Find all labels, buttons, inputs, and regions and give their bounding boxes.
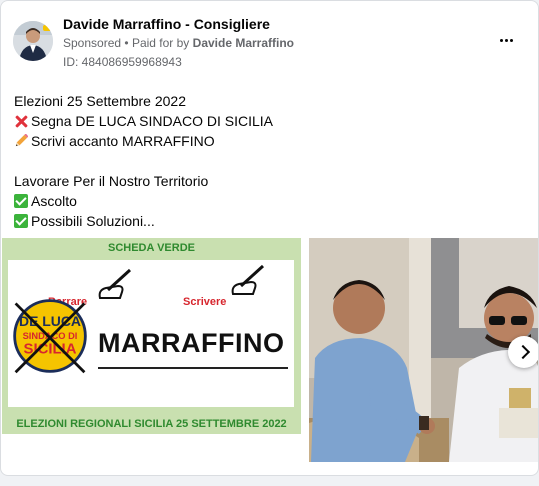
author-avatar[interactable]: [13, 21, 53, 61]
write-line: [98, 367, 288, 369]
candidate-photo[interactable]: [309, 238, 538, 462]
post-line: Lavorare Per il Nostro Territorio: [14, 173, 209, 189]
sponsored-label[interactable]: Sponsored: [63, 36, 121, 50]
more-options-button[interactable]: [495, 31, 519, 51]
post-line: Elezioni 25 Settembre 2022: [14, 93, 186, 109]
check-mark-icon: [14, 194, 28, 208]
sponsored-post-card: Davide Marraffino - Consigliere Sponsore…: [0, 0, 539, 476]
sponsored-line: Sponsored • Paid for by Davide Marraffin…: [63, 36, 294, 50]
carousel-next-button[interactable]: [508, 336, 538, 368]
paid-for-by-name[interactable]: Davide Marraffino: [193, 36, 294, 50]
post-line: Ascolto: [14, 191, 273, 211]
post-line-blank: [14, 151, 273, 171]
pencil-icon: [14, 133, 29, 147]
author-name[interactable]: Davide Marraffino - Consigliere: [63, 16, 270, 32]
ad-id: ID: 484086959968943: [63, 55, 182, 69]
de-luca-logo: DE LUCA SINDACO DI SICILIA: [13, 299, 87, 374]
scrivere-label: Scrivere: [183, 296, 227, 308]
candidate-name: MARRAFFINO: [98, 328, 285, 358]
post-line: Scrivi accanto MARRAFFINO: [14, 131, 273, 151]
paid-for-prefix: Paid for by: [131, 36, 190, 50]
dot-separator: •: [124, 36, 132, 50]
more-horizontal-icon: [500, 39, 503, 42]
check-mark-icon: [14, 214, 28, 228]
hand-pencil-icon: [98, 268, 132, 299]
hand-pencil-icon: [231, 264, 265, 295]
cross-mark-icon: [14, 114, 28, 128]
ballot-footer: ELEZIONI REGIONALI SICILIA 25 SETTEMBRE …: [16, 418, 287, 430]
ballot-header: SCHEDA VERDE: [108, 242, 195, 254]
post-line: Possibili Soluzioni...: [14, 211, 273, 231]
ballot-panel: Barrare Scrivere DE LUCA SINDACO DI SICI…: [8, 260, 294, 407]
post-line: Segna DE LUCA SINDACO DI SICILIA: [14, 111, 273, 131]
post-text: Elezioni 25 Settembre 2022 Segna DE LUCA…: [14, 91, 273, 231]
